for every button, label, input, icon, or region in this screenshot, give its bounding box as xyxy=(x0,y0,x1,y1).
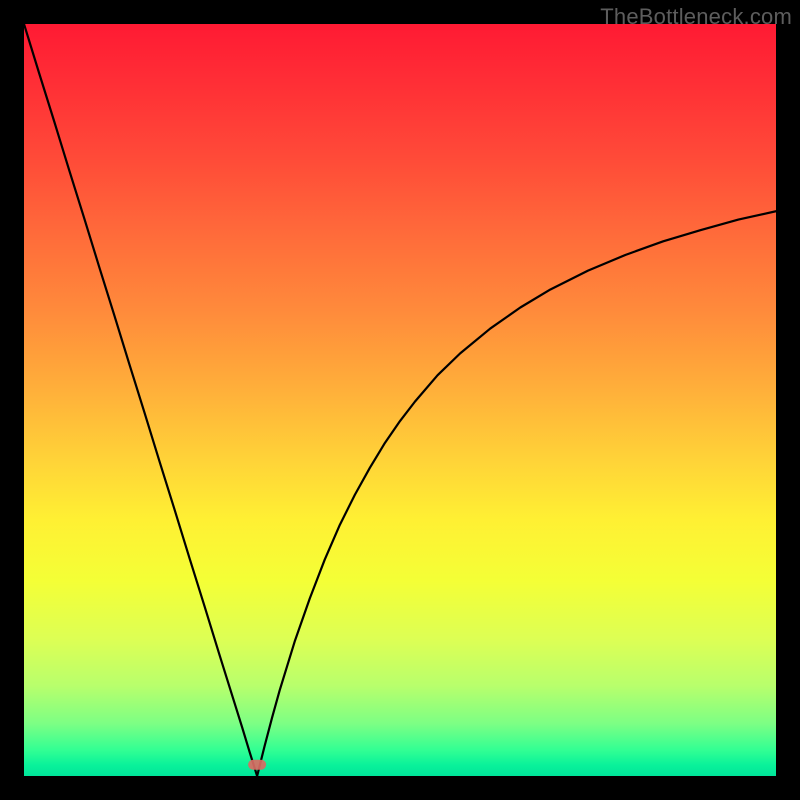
watermark-text: TheBottleneck.com xyxy=(600,4,792,30)
chart-frame: TheBottleneck.com xyxy=(0,0,800,800)
optimum-marker xyxy=(248,760,266,770)
plot-area xyxy=(24,24,776,776)
chart-svg xyxy=(24,24,776,776)
gradient-background xyxy=(24,24,776,776)
